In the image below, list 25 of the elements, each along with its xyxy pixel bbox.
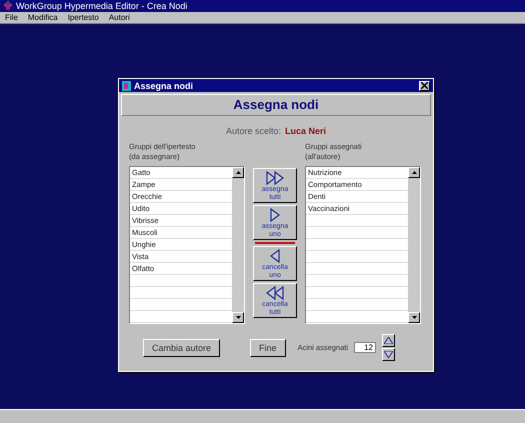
finish-button[interactable]: Fine xyxy=(250,338,286,356)
spin-up-button[interactable] xyxy=(382,334,396,347)
menu-item[interactable]: Ipertesto xyxy=(68,13,99,22)
count-field[interactable]: 12 xyxy=(354,342,376,353)
up-arrow-icon xyxy=(412,171,416,174)
scrollbar[interactable] xyxy=(232,167,244,323)
down-arrow-icon xyxy=(236,316,240,319)
left-triangle-icon xyxy=(265,284,285,300)
close-button[interactable] xyxy=(419,80,430,90)
menu-item[interactable]: Autori xyxy=(108,13,130,22)
window-title: WorkGroup Hypermedia Editor - Crea Nodi xyxy=(16,1,188,11)
grapes-icon xyxy=(3,0,13,12)
dialog-title: Assegna nodi xyxy=(134,80,194,90)
author-name: Luca Neri xyxy=(285,126,326,136)
spin-down-button[interactable] xyxy=(382,348,396,361)
menu-item[interactable]: Modifica xyxy=(28,13,58,22)
change-author-button[interactable]: Cambia autore xyxy=(143,338,220,356)
up-arrow-icon xyxy=(236,171,240,174)
author-label: Autore scelto: xyxy=(226,126,281,136)
scrollbar[interactable] xyxy=(408,167,420,323)
down-arrow-icon xyxy=(412,316,416,319)
right-triangle-icon xyxy=(265,170,285,186)
app-icon xyxy=(122,80,131,90)
menu-item[interactable]: File xyxy=(5,13,18,22)
dialog-heading: Assegna nodi xyxy=(121,94,431,116)
